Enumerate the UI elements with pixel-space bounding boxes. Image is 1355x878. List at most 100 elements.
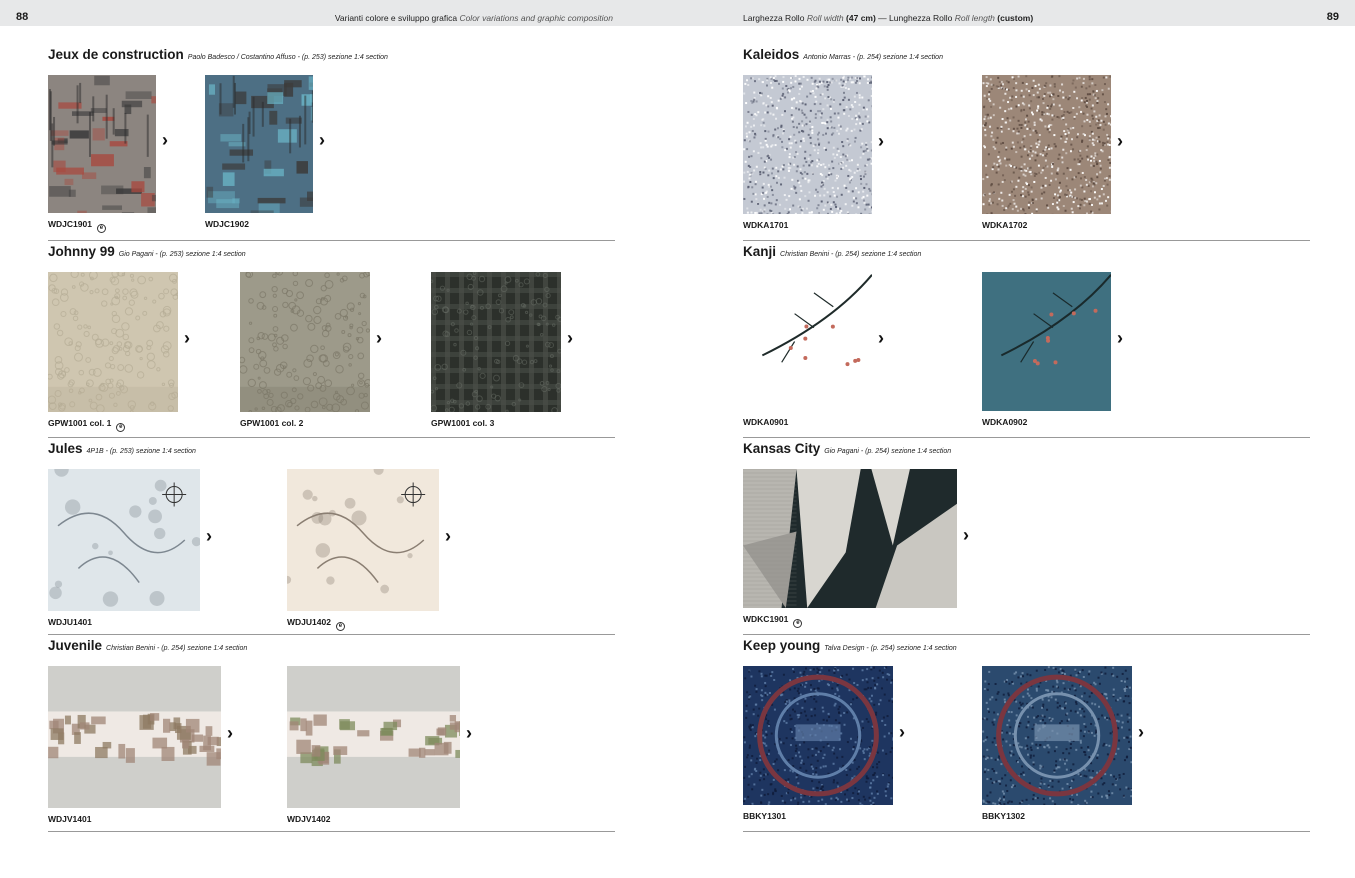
eco-icon: e bbox=[793, 619, 803, 628]
swatch-item[interactable]: › WDKA1702 bbox=[982, 75, 1141, 244]
section-heading: Juvenile Christian Benini - (p. 254) sezi… bbox=[48, 637, 247, 655]
right-page-column: Kaleidos Antonio Marras - (p. 254) sezion… bbox=[743, 44, 1310, 832]
swatch-item[interactable]: › WDJU1401 bbox=[48, 469, 230, 641]
section-title: Johnny 99 bbox=[48, 244, 115, 259]
left-section: Jules 4P1B - (p. 253) sezione 1:4 section… bbox=[48, 438, 615, 635]
section-title: Kaleidos bbox=[743, 47, 800, 62]
swatch-code: WDKA1702 bbox=[982, 220, 1028, 230]
chevron-right-icon[interactable]: › bbox=[445, 526, 451, 547]
swatch-item[interactable]: › GPW1001 col. 2 bbox=[240, 272, 400, 442]
swatch-item[interactable]: › GPW1001 col. 1e bbox=[48, 272, 208, 442]
section-title: Kanji bbox=[743, 244, 777, 259]
swatch-image[interactable] bbox=[743, 666, 893, 805]
chevron-right-icon[interactable]: › bbox=[1117, 328, 1123, 349]
swatch-item[interactable]: › WDJV1401 bbox=[48, 666, 251, 838]
section-heading: Keep young Talva Design - (p. 254) sezion… bbox=[743, 637, 957, 655]
swatch-image[interactable] bbox=[48, 75, 156, 213]
chevron-right-icon[interactable]: › bbox=[1117, 131, 1123, 152]
section-subtitle: Christian Benini - (p. 254) sezione 1:4 … bbox=[780, 251, 922, 258]
section-heading: Johnny 99 Gio Pagani - (p. 253) sezione 1… bbox=[48, 243, 246, 261]
swatch-item[interactable]: › WDKA0901 bbox=[743, 272, 902, 441]
swatch-item[interactable]: › WDJC1901 e bbox=[48, 75, 186, 243]
swatch-item[interactable]: › WDKA0902 bbox=[982, 272, 1141, 441]
left-section: Johnny 99 Gio Pagani - (p. 253) sezione 1… bbox=[48, 241, 615, 438]
swatch-item[interactable]: › BBKY1302 bbox=[982, 666, 1162, 835]
right-section: Kanji Christian Benini - (p. 254) sezione… bbox=[743, 241, 1310, 438]
swatch-code: WDJV1402 bbox=[287, 814, 331, 824]
swatch-code: WDJC1901 e bbox=[48, 219, 106, 233]
swatch-code: WDJU1401 bbox=[48, 617, 92, 627]
section-heading: Jeux de construction Paolo Badesco / Cost… bbox=[48, 46, 388, 64]
right-running-title: Larghezza Rollo Roll width (47 cm) — Lun… bbox=[743, 13, 1034, 23]
section-heading: Jules 4P1B - (p. 253) sezione 1:4 section bbox=[48, 440, 196, 458]
chevron-right-icon[interactable]: › bbox=[319, 130, 325, 151]
swatch-item[interactable]: › WDKA1701 bbox=[743, 75, 902, 244]
chevron-right-icon[interactable]: › bbox=[963, 525, 969, 546]
chevron-right-icon[interactable]: › bbox=[878, 328, 884, 349]
swatch-image[interactable] bbox=[48, 666, 221, 808]
chevron-right-icon[interactable]: › bbox=[376, 328, 382, 349]
swatch-item[interactable]: › WDJU1402 e bbox=[287, 469, 469, 641]
swatch-code: WDJV1401 bbox=[48, 814, 92, 824]
swatch-item[interactable]: › WDJC1902 bbox=[205, 75, 343, 243]
section-heading: Kansas City Gio Pagani - (p. 254) sezione… bbox=[743, 440, 951, 458]
swatch-code: GPW1001 col. 3 bbox=[431, 418, 495, 428]
eco-icon: e bbox=[335, 622, 345, 631]
swatch-image[interactable] bbox=[205, 75, 313, 213]
chevron-right-icon[interactable]: › bbox=[206, 526, 212, 547]
section-subtitle: Paolo Badesco / Costantino Affuso - (p. … bbox=[187, 54, 388, 61]
section-subtitle: 4P1B - (p. 253) sezione 1:4 section bbox=[86, 448, 196, 455]
swatch-code: WDJC1902 bbox=[205, 219, 249, 229]
chevron-right-icon[interactable]: › bbox=[184, 328, 190, 349]
swatch-image[interactable] bbox=[743, 75, 872, 214]
left-page-column: Jeux de construction Paolo Badesco / Cost… bbox=[48, 44, 615, 832]
swatch-image[interactable] bbox=[48, 469, 200, 611]
swatch-image[interactable] bbox=[48, 272, 178, 412]
section-title: Keep young bbox=[743, 638, 821, 653]
swatch-image[interactable] bbox=[431, 272, 561, 412]
swatch-code: BBKY1301 bbox=[743, 811, 786, 821]
swatch-code: WDKA0902 bbox=[982, 417, 1028, 427]
right-section: Kansas City Gio Pagani - (p. 254) sezione… bbox=[743, 438, 1310, 635]
swatch-code: WDKA0901 bbox=[743, 417, 789, 427]
section-subtitle: Christian Benini - (p. 254) sezione 1:4 … bbox=[106, 645, 248, 652]
eco-icon: e bbox=[116, 423, 126, 432]
chevron-right-icon[interactable]: › bbox=[567, 328, 573, 349]
left-page-number: 88 bbox=[16, 11, 29, 23]
swatch-item[interactable]: › WDKC1901 e bbox=[743, 469, 987, 638]
swatch-image[interactable] bbox=[982, 75, 1111, 214]
swatch-image[interactable] bbox=[982, 666, 1132, 805]
swatch-code: WDKC1901 e bbox=[743, 614, 803, 628]
chevron-right-icon[interactable]: › bbox=[227, 723, 233, 744]
swatch-image[interactable] bbox=[240, 272, 370, 412]
left-running-title: Varianti colore e sviluppo grafica Color… bbox=[334, 13, 613, 23]
swatch-code: BBKY1302 bbox=[982, 811, 1025, 821]
right-section: Keep young Talva Design - (p. 254) sezion… bbox=[743, 635, 1310, 832]
swatch-image[interactable] bbox=[743, 469, 957, 608]
section-title: Jeux de construction bbox=[48, 47, 184, 62]
section-heading: Kaleidos Antonio Marras - (p. 254) sezion… bbox=[743, 46, 943, 64]
chevron-right-icon[interactable]: › bbox=[162, 130, 168, 151]
swatch-code: GPW1001 col. 1e bbox=[48, 418, 126, 432]
swatch-item[interactable]: › GPW1001 col. 3 bbox=[431, 272, 591, 442]
swatch-image[interactable] bbox=[982, 272, 1111, 411]
swatch-code: WDJU1402 e bbox=[287, 617, 345, 631]
swatch-item[interactable]: › WDJV1402 bbox=[287, 666, 490, 838]
right-section: Kaleidos Antonio Marras - (p. 254) sezion… bbox=[743, 44, 1310, 241]
chevron-right-icon[interactable]: › bbox=[1138, 722, 1144, 743]
left-section: Jeux de construction Paolo Badesco / Cost… bbox=[48, 44, 615, 241]
chevron-right-icon[interactable]: › bbox=[899, 722, 905, 743]
swatch-item[interactable]: › BBKY1301 bbox=[743, 666, 923, 835]
chevron-right-icon[interactable]: › bbox=[466, 723, 472, 744]
section-subtitle: Antonio Marras - (p. 254) sezione 1:4 se… bbox=[803, 54, 943, 61]
section-heading: Kanji Christian Benini - (p. 254) sezione… bbox=[743, 243, 921, 261]
swatch-image[interactable] bbox=[287, 469, 439, 611]
swatch-image[interactable] bbox=[287, 666, 460, 808]
left-section: Juvenile Christian Benini - (p. 254) sezi… bbox=[48, 635, 615, 832]
section-title: Juvenile bbox=[48, 638, 103, 653]
swatch-image[interactable] bbox=[743, 272, 872, 411]
chevron-right-icon[interactable]: › bbox=[878, 131, 884, 152]
section-subtitle: Gio Pagani - (p. 254) sezione 1:4 sectio… bbox=[824, 448, 952, 455]
header-bar: 88 Varianti colore e sviluppo grafica Co… bbox=[0, 0, 1355, 26]
section-title: Jules bbox=[48, 441, 83, 456]
